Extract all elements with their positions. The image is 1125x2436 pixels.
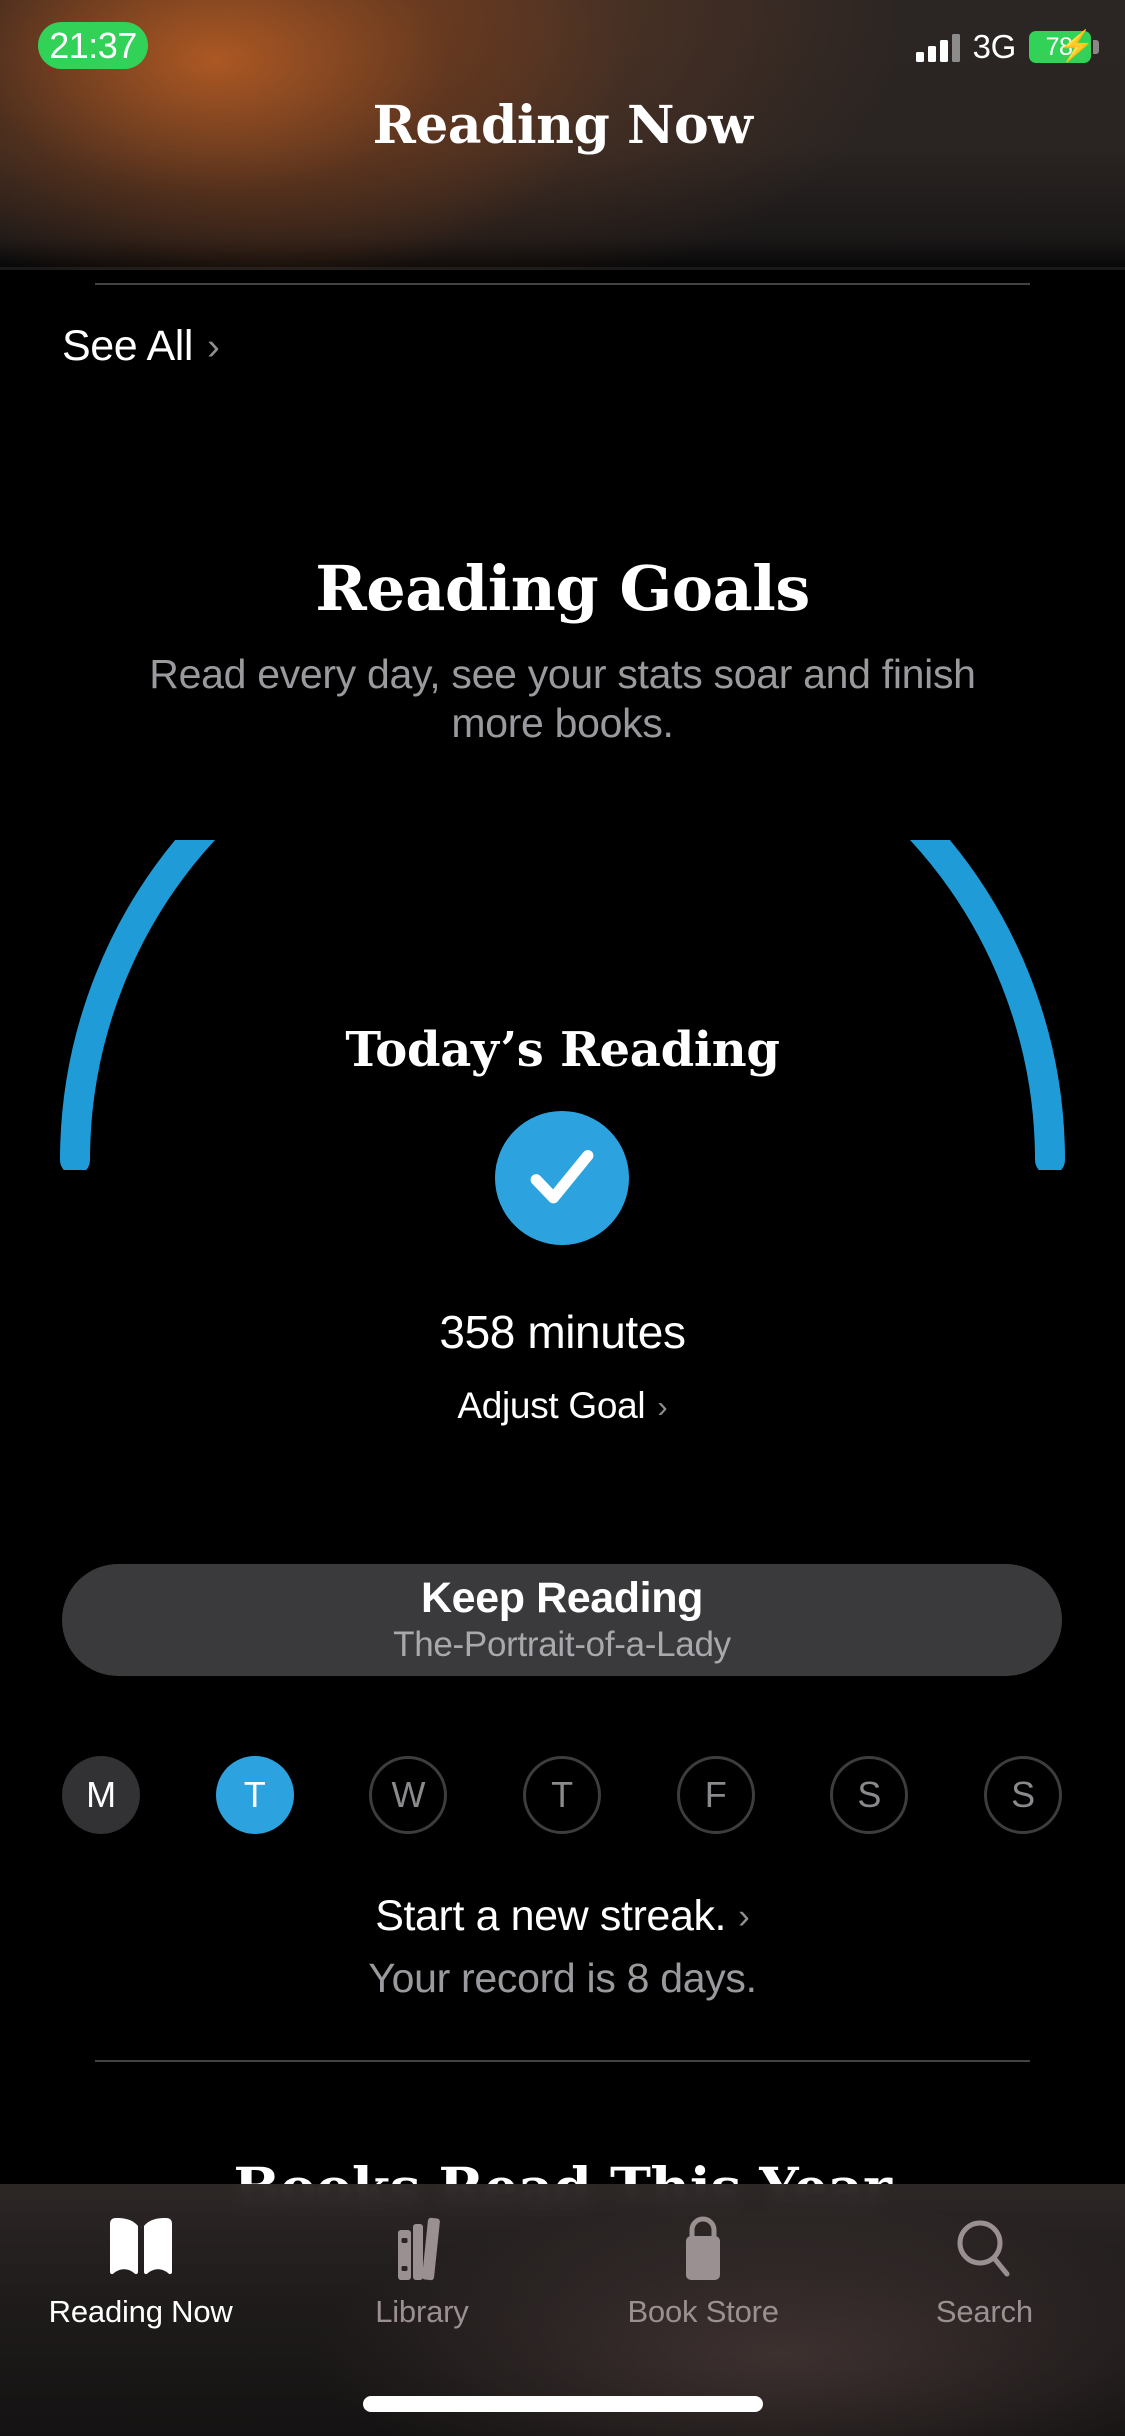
home-indicator[interactable] [362,2396,763,2412]
streak-day-label: T [551,1774,573,1815]
tab-reading-now[interactable]: Reading Now [0,2198,281,2348]
tab-search[interactable]: Search [844,2198,1125,2348]
section-divider-bottom [95,2060,1030,2062]
streak-day-label: F [704,1774,727,1815]
see-all-label: See All [62,322,194,370]
status-time: 21:37 [49,24,137,66]
streak-day-tuesday[interactable]: T [215,1756,294,1834]
section-divider-top [95,283,1030,285]
shopping-bag-icon [664,2210,742,2288]
status-time-pill: 21:37 [38,22,148,69]
tab-label-reading-now: Reading Now [48,2294,233,2329]
streak-day-friday[interactable]: F [676,1756,755,1834]
search-icon [945,2210,1023,2288]
start-new-streak-label: Start a new streak. [375,1892,727,1940]
streak-day-label: S [857,1774,882,1815]
keep-reading-subtitle: The-Portrait-of-a-Lady [393,1625,731,1664]
chevron-right-icon: › [738,1897,750,1936]
streak-day-label: T [243,1774,266,1815]
tab-library[interactable]: Library [281,2198,562,2348]
app-screen: 21:37 3G 78 ⚡ Reading Now See All › Read… [0,0,1125,2436]
streak-day-saturday[interactable]: S [830,1756,909,1834]
tab-label-library: Library [375,2294,469,2329]
goal-complete-badge [495,1111,629,1245]
status-bar: 21:37 3G 78 ⚡ [0,0,1125,120]
streak-day-label: M [86,1774,116,1815]
signal-bars-icon [915,32,960,62]
streak-day-row: M T W T F S S [62,1745,1062,1845]
see-all-button[interactable]: See All › [62,322,220,371]
open-book-icon [102,2210,180,2288]
charging-bolt-icon: ⚡ [1057,30,1095,63]
keep-reading-button[interactable]: Keep Reading The-Portrait-of-a-Lady [62,1564,1062,1676]
status-right-group: 3G 78 ⚡ [915,26,1099,68]
streak-day-wednesday[interactable]: W [369,1756,448,1834]
reading-goals-title: Reading Goals [315,552,810,625]
carrier-label: 3G [972,28,1017,65]
tab-bar: Reading Now Library Book Store Search [0,2184,1125,2436]
tab-book-store[interactable]: Book Store [563,2198,844,2348]
streak-record-text: Your record is 8 days. [368,1955,757,2001]
reading-goals-subtitle: Read every day, see your stats soar and … [149,651,976,746]
start-new-streak-button[interactable]: Start a new streak. › [0,1892,1125,1941]
checkmark-icon [530,1150,594,1204]
streak-day-sunday[interactable]: S [983,1756,1062,1834]
chevron-right-icon: › [207,325,220,368]
todays-reading-label: Today’s Reading [345,1022,780,1078]
streak-day-thursday[interactable]: T [522,1756,601,1834]
streak-day-label: S [1011,1774,1035,1815]
tab-label-search: Search [935,2294,1033,2329]
minutes-read-value: 358 minutes [439,1306,686,1358]
adjust-goal-label: Adjust Goal [457,1385,646,1426]
chevron-right-icon: › [657,1388,668,1424]
streak-day-monday[interactable]: M [62,1756,140,1834]
battery-icon: 78 ⚡ [1029,31,1099,63]
streak-day-label: W [391,1774,426,1815]
adjust-goal-button[interactable]: Adjust Goal › [0,1385,1125,1427]
bookshelf-icon [383,2210,461,2288]
keep-reading-title: Keep Reading [421,1574,703,1622]
tab-label-book-store: Book Store [627,2294,779,2329]
